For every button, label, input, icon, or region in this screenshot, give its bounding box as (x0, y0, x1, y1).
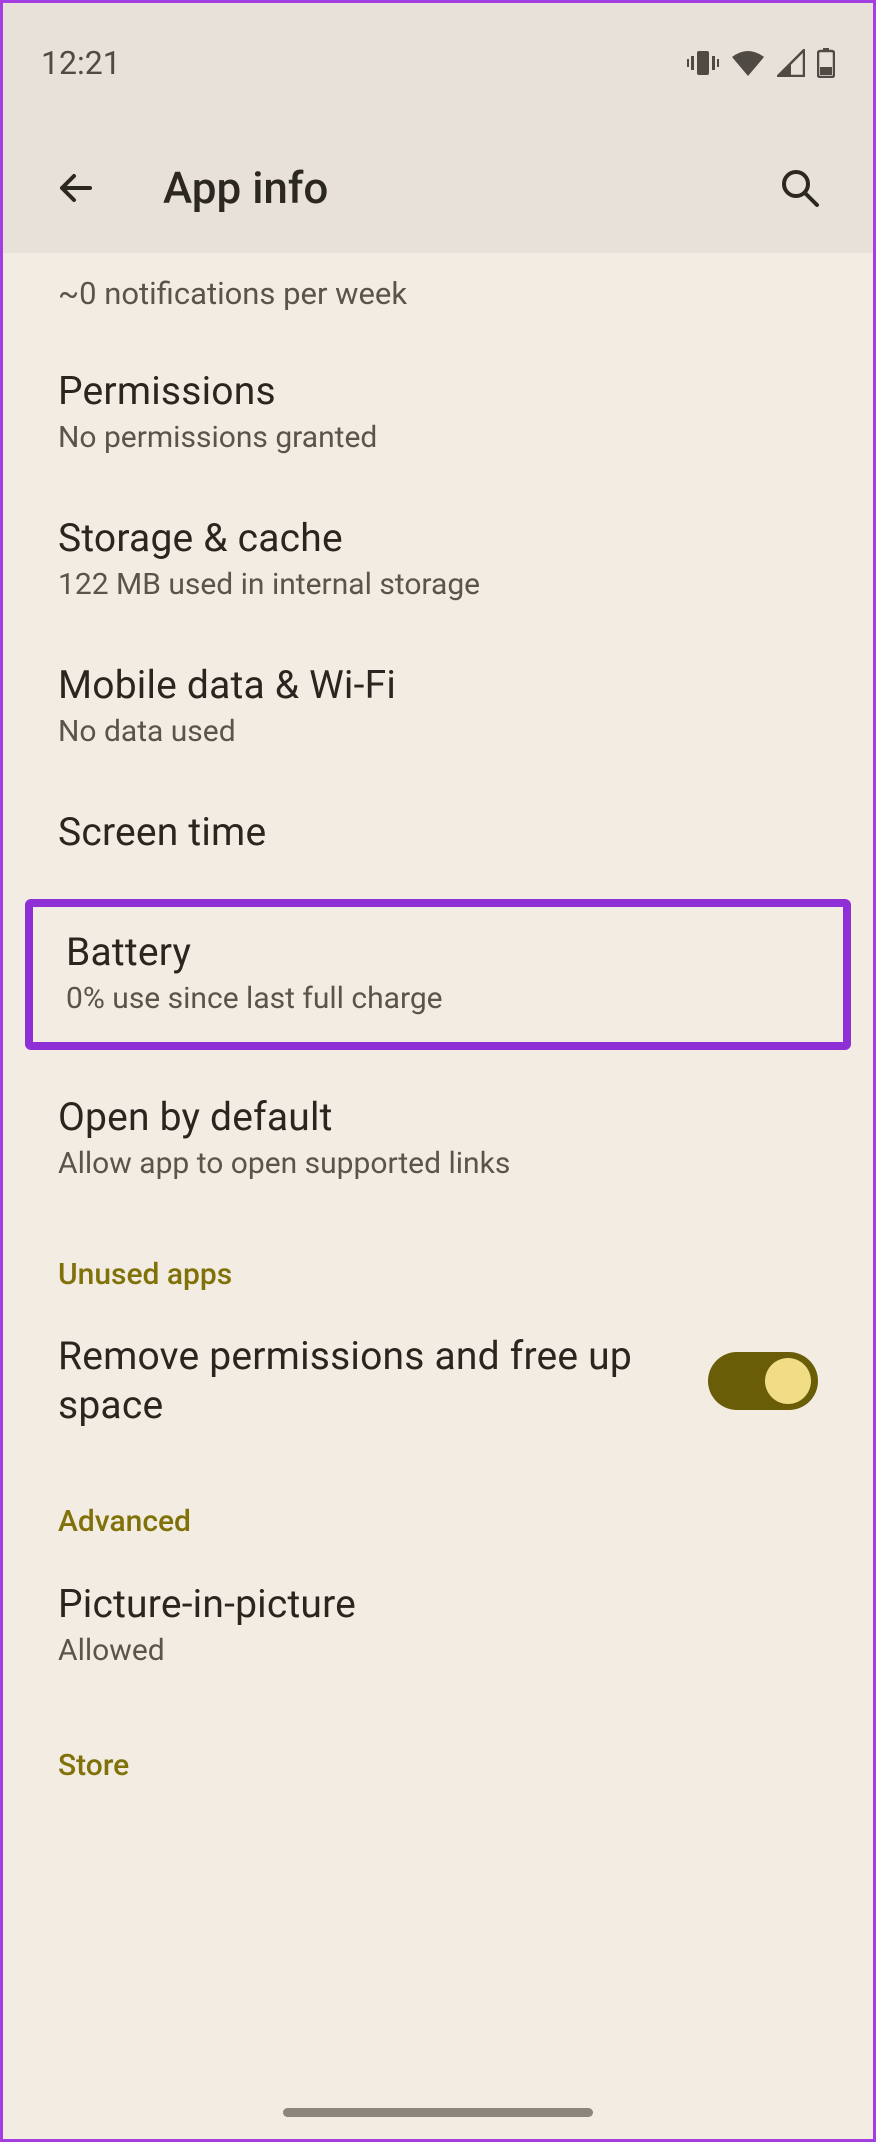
vibrate-icon (687, 49, 719, 77)
notifications-summary[interactable]: ~0 notifications per week (3, 263, 873, 338)
item-title: Remove permissions and free up space (58, 1332, 678, 1430)
item-subtitle: Allowed (58, 1633, 818, 1668)
item-title: Mobile data & Wi-Fi (58, 662, 818, 708)
toggle-knob (765, 1358, 811, 1404)
screen-frame: 12:21 App info (0, 0, 876, 2142)
search-icon (779, 167, 821, 209)
screen-time-item[interactable]: Screen time (3, 779, 873, 885)
navigation-handle[interactable] (283, 2108, 593, 2117)
open-by-default-item[interactable]: Open by default Allow app to open suppor… (3, 1064, 873, 1211)
section-advanced: Advanced (3, 1458, 873, 1551)
back-button[interactable] (41, 153, 111, 223)
item-title: Open by default (58, 1094, 818, 1140)
status-bar: 12:21 (3, 3, 873, 123)
item-subtitle: No data used (58, 714, 818, 749)
page-title: App info (163, 162, 765, 214)
item-title: Battery (66, 929, 810, 975)
item-title: Screen time (58, 809, 818, 855)
item-title: Picture-in-picture (58, 1581, 818, 1627)
arrow-left-icon (54, 166, 98, 210)
item-subtitle: No permissions granted (58, 420, 818, 455)
item-title: Storage & cache (58, 515, 818, 561)
wifi-icon (731, 49, 765, 77)
item-title: Permissions (58, 368, 818, 414)
remove-permissions-toggle[interactable] (708, 1352, 818, 1410)
status-icons (687, 48, 835, 78)
item-subtitle: 0% use since last full charge (66, 981, 810, 1016)
status-time: 12:21 (41, 44, 121, 82)
cell-signal-icon (777, 49, 805, 77)
item-subtitle: Allow app to open supported links (58, 1146, 818, 1181)
search-button[interactable] (765, 153, 835, 223)
storage-cache-item[interactable]: Storage & cache 122 MB used in internal … (3, 485, 873, 632)
settings-list: ~0 notifications per week Permissions No… (3, 253, 873, 2139)
battery-icon (817, 48, 835, 78)
remove-permissions-item[interactable]: Remove permissions and free up space (3, 1304, 873, 1458)
app-bar: App info (3, 123, 873, 253)
section-store: Store (3, 1698, 873, 1795)
picture-in-picture-item[interactable]: Picture-in-picture Allowed (3, 1551, 873, 1698)
item-subtitle: 122 MB used in internal storage (58, 567, 818, 602)
battery-item[interactable]: Battery 0% use since last full charge (25, 899, 851, 1050)
mobile-data-wifi-item[interactable]: Mobile data & Wi-Fi No data used (3, 632, 873, 779)
permissions-item[interactable]: Permissions No permissions granted (3, 338, 873, 485)
section-unused-apps: Unused apps (3, 1211, 873, 1304)
